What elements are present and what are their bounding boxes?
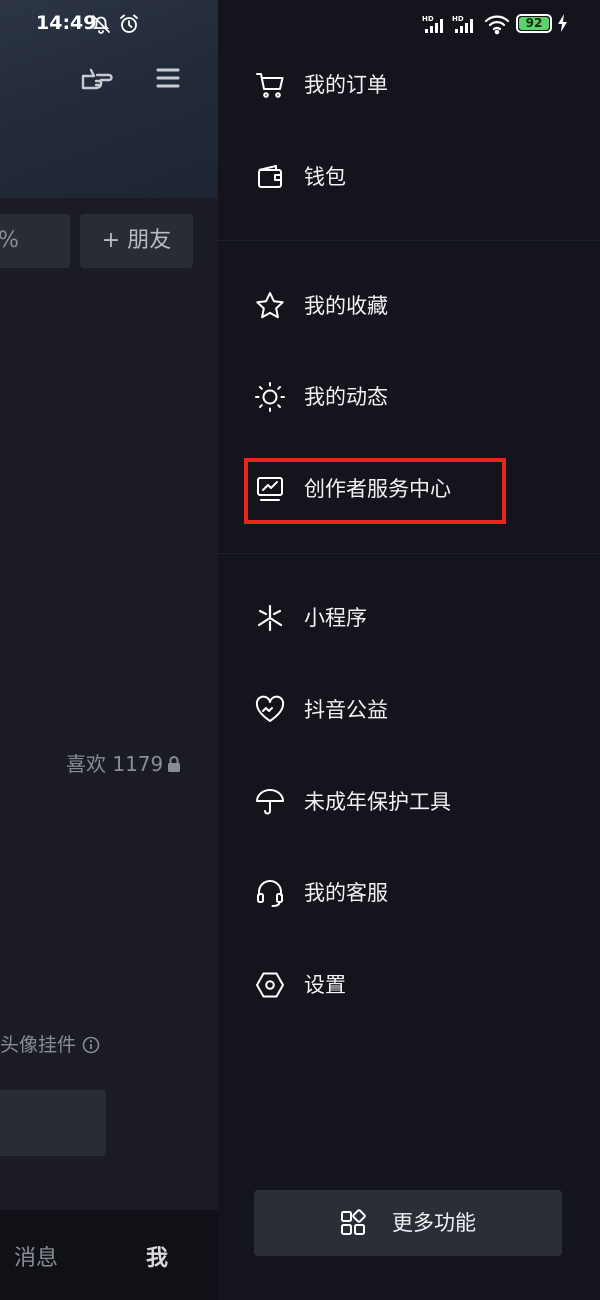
lock-icon xyxy=(167,755,181,773)
menu-item-label: 抖音公益 xyxy=(304,698,388,722)
info-icon xyxy=(82,1036,100,1054)
status-bar: 14:49 HD HD 92 xyxy=(0,0,600,50)
menu-item-orders[interactable]: 我的订单 xyxy=(218,50,600,120)
menu-item-settings[interactable]: 设置 xyxy=(218,950,600,1020)
signal-icon: HD xyxy=(422,14,448,34)
percent-fragment: % xyxy=(0,228,19,253)
menu-item-label: 设置 xyxy=(304,973,346,997)
tab-me[interactable]: 我 xyxy=(146,1240,168,1272)
menu-item-label: 钱包 xyxy=(304,165,346,189)
divider xyxy=(218,553,600,554)
menu-item-label: 未成年保护工具 xyxy=(304,790,451,814)
likes-label: 喜欢 1179 xyxy=(66,752,164,776)
pendant-label: 头像挂件 xyxy=(0,1034,77,1056)
menu-item-label: 我的订单 xyxy=(304,73,388,97)
menu-item-minor-protection[interactable]: 未成年保护工具 xyxy=(218,767,600,837)
heart-charity-icon xyxy=(254,694,286,726)
svg-text:HD: HD xyxy=(452,15,464,23)
svg-text:HD: HD xyxy=(422,15,434,23)
star-icon xyxy=(254,290,286,322)
profile-completion-box[interactable]: % xyxy=(0,214,70,268)
battery-indicator: 92 xyxy=(516,14,552,33)
menu-item-label: 我的动态 xyxy=(304,385,388,409)
divider xyxy=(218,240,600,241)
alarm-icon xyxy=(118,13,140,35)
avatar-pendant-row[interactable]: 头像挂件 xyxy=(0,1030,100,1057)
menu-item-label: 我的收藏 xyxy=(304,294,388,318)
hamburger-menu-icon[interactable] xyxy=(152,62,184,94)
menu-item-label: 小程序 xyxy=(304,606,367,630)
wifi-icon xyxy=(484,13,510,35)
add-friend-button[interactable]: + 朋友 xyxy=(80,214,193,268)
charging-icon xyxy=(557,13,569,33)
menu-item-mini-programs[interactable]: 小程序 xyxy=(218,583,600,653)
more-features-label: 更多功能 xyxy=(392,1211,476,1235)
mini-program-icon xyxy=(254,602,286,634)
battery-level: 92 xyxy=(519,17,549,30)
menu-item-charity[interactable]: 抖音公益 xyxy=(218,675,600,745)
more-features-button[interactable]: 更多功能 xyxy=(254,1190,562,1256)
cart-icon xyxy=(254,69,286,101)
side-drawer: 我的订单 钱包 我的收藏 我的动态 创作者服务中心 小程序 抖音公益 未成年保护… xyxy=(218,0,600,1300)
profile-page-background: % + 朋友 喜欢 1179 头像挂件 消息 我 xyxy=(0,0,218,1300)
hex-settings-icon xyxy=(254,969,286,1001)
hand-pointer-icon[interactable] xyxy=(78,60,114,96)
status-time: 14:49 xyxy=(36,12,97,34)
apps-grid-icon xyxy=(339,1209,367,1237)
wallet-icon xyxy=(254,161,286,193)
sun-icon xyxy=(254,381,286,413)
menu-item-customer-service[interactable]: 我的客服 xyxy=(218,858,600,928)
signal-icon-2: HD xyxy=(452,14,478,34)
menu-item-label: 我的客服 xyxy=(304,881,388,905)
headset-icon xyxy=(254,877,286,909)
pendant-panel[interactable] xyxy=(0,1090,106,1156)
umbrella-icon xyxy=(254,786,286,818)
bell-off-icon xyxy=(90,13,112,35)
menu-item-wallet[interactable]: 钱包 xyxy=(218,142,600,212)
menu-item-moments[interactable]: 我的动态 xyxy=(218,362,600,432)
menu-item-favorites[interactable]: 我的收藏 xyxy=(218,271,600,341)
likes-tab[interactable]: 喜欢 1179 xyxy=(66,748,181,777)
highlight-annotation-box xyxy=(244,458,506,524)
tab-messages[interactable]: 消息 xyxy=(14,1240,58,1272)
